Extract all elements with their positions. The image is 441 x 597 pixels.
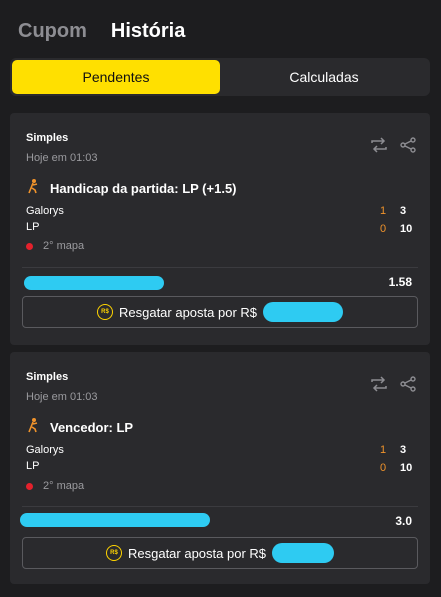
cashout-label: Resgatar aposta por R$ [118,304,258,320]
map-status: 2° mapa [43,480,85,492]
bet-date: Hoje em 01:03 [26,152,98,164]
esports-soldier-icon [26,178,42,199]
repeat-icon[interactable] [370,376,388,392]
team-score-total: 10 [400,223,413,235]
divider [22,267,418,268]
repeat-icon[interactable] [370,137,388,153]
team-score-current: 1 [380,444,387,456]
team-score-current: 1 [380,205,387,217]
bet-type: Simples [26,132,69,144]
cashout-button[interactable]: R$ Resgatar aposta por R$ [22,296,418,328]
team-score-total: 3 [400,444,407,456]
team-score-current: 0 [380,462,387,474]
coin-icon: R$ [96,304,113,320]
share-icon[interactable] [400,376,416,392]
bet-type: Simples [26,371,69,383]
redacted-stake [24,276,164,290]
divider [22,506,418,507]
card-actions [370,137,416,153]
bet-market: Handicap da partida: LP (+1.5) [26,178,237,199]
bet-date: Hoje em 01:03 [26,391,98,403]
team-score-total: 3 [400,205,407,217]
redacted-stake [20,513,210,527]
redacted-amount [263,302,344,322]
live-dot-icon [26,242,33,250]
top-tabs: Cupom História [18,20,185,43]
bet-card: Simples Hoje em 01:03 Vencedor: LP Galor… [10,352,430,584]
tab-historia[interactable]: História [111,20,185,43]
bet-odds: 1.58 [388,275,412,289]
team-name: Galorys [26,444,64,456]
cashout-button[interactable]: R$ Resgatar aposta por R$ [22,537,418,569]
card-actions [370,376,416,392]
map-status: 2° mapa [43,240,85,252]
esports-soldier-icon [26,417,42,438]
team-name: Galorys [26,205,64,217]
tab-cupom[interactable]: Cupom [18,20,87,43]
redacted-amount [272,543,335,563]
segment-pendentes[interactable]: Pendentes [12,60,220,94]
market-name: Handicap da partida: LP (+1.5) [50,181,237,196]
share-icon[interactable] [400,137,416,153]
team-score-current: 0 [380,223,387,235]
live-status: 2° mapa [26,240,84,252]
status-segmented-control: Pendentes Calculadas [10,58,430,96]
coin-icon: R$ [105,545,122,561]
bet-market: Vencedor: LP [26,417,133,438]
cashout-label: Resgatar aposta por R$ [127,545,267,561]
segment-calculadas[interactable]: Calculadas [220,60,428,94]
bet-card: Simples Hoje em 01:03 Handicap da partid… [10,113,430,345]
live-dot-icon [26,482,33,490]
live-status: 2° mapa [26,480,84,492]
bet-odds: 3.0 [395,514,412,528]
team-score-total: 10 [400,462,413,474]
team-name: LP [26,460,40,472]
team-name: LP [26,221,40,233]
market-name: Vencedor: LP [50,420,134,435]
